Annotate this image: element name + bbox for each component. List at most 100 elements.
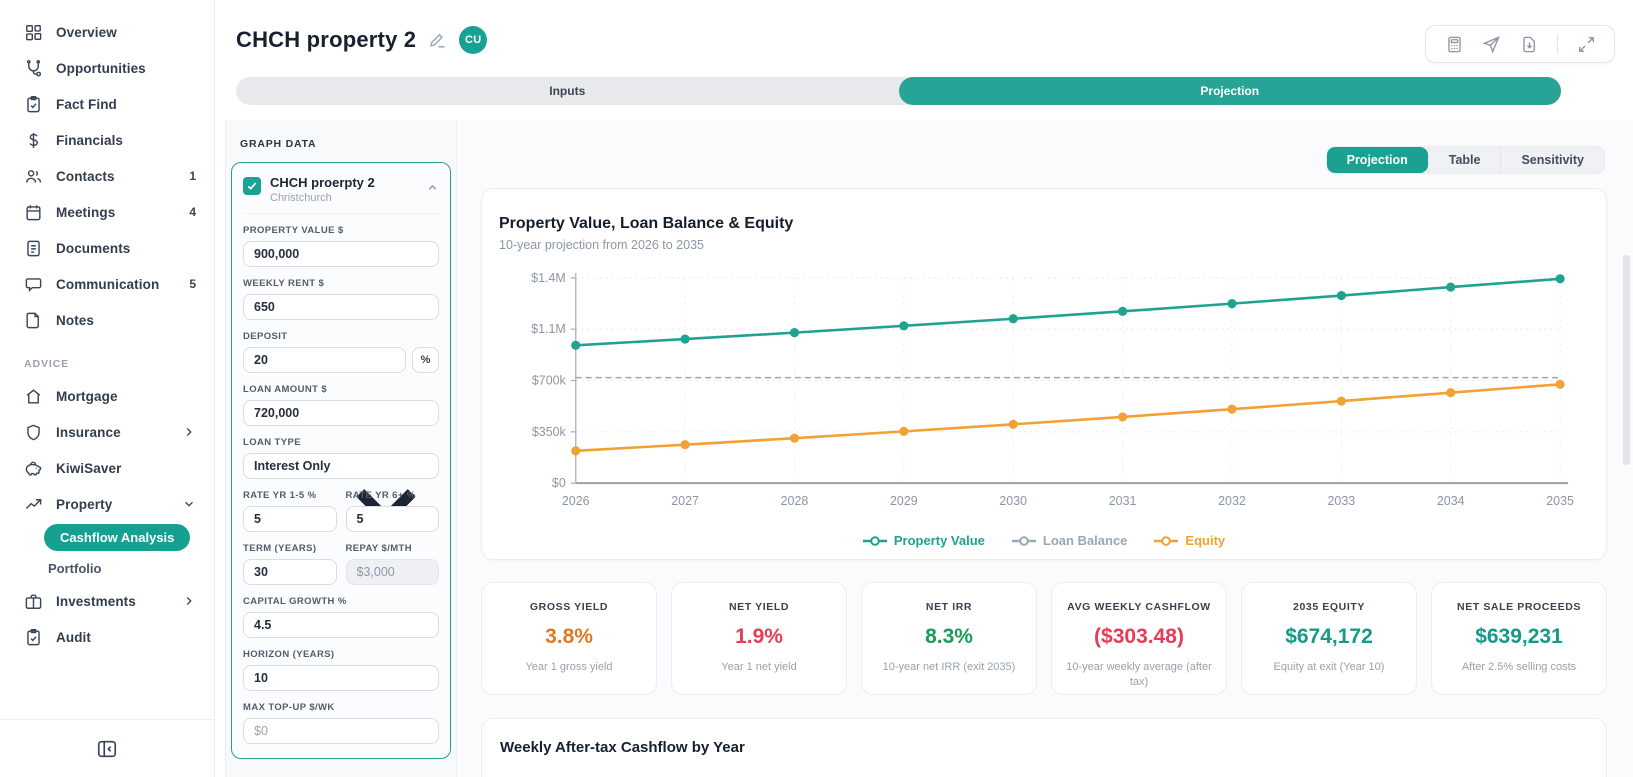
overview-grid-icon	[24, 23, 43, 42]
sidebar-item-fact-find[interactable]: Fact Find	[0, 86, 214, 122]
chart-tab-sensitivity[interactable]: Sensitivity	[1500, 147, 1604, 173]
chevron-down-icon	[342, 460, 430, 526]
weekly-rent-field: WEEKLY RENT $	[243, 278, 439, 320]
horizon-years-input[interactable]	[243, 665, 439, 691]
field-label: RATE YR 1-5 %	[243, 490, 317, 501]
stat-label: NET IRR	[925, 601, 973, 613]
sidebar-item-contacts[interactable]: Contacts 1	[0, 158, 214, 194]
svg-text:2033: 2033	[1328, 494, 1356, 508]
field-label: RATE YR 6+ %	[345, 490, 416, 501]
sidebar-item-communication[interactable]: Communication 5	[0, 266, 214, 302]
property-meta: CHCH proerpty 2 Christchurch	[261, 175, 426, 204]
avatar[interactable]: CU	[459, 26, 488, 54]
sidebar-item-label: Mortgage	[56, 388, 118, 404]
graph-data-heading: GRAPH DATA	[240, 138, 317, 150]
property-name: CHCH proerpty 2	[270, 175, 375, 190]
svg-text:2032: 2032	[1218, 494, 1246, 508]
chevron-up-icon[interactable]	[426, 181, 439, 194]
capital-growth-field: CAPITAL GROWTH %	[243, 596, 439, 638]
page-scrollbar[interactable]	[1623, 255, 1630, 465]
expand-icon[interactable]	[1577, 35, 1596, 54]
sidebar-item-financials[interactable]: Financials	[0, 122, 214, 158]
chart-tab-projection[interactable]: Projection	[1326, 147, 1428, 173]
chart-tab-label: Sensitivity	[1521, 153, 1584, 167]
clipboard-check-icon	[24, 95, 43, 114]
legend-item[interactable]: Equity	[1153, 533, 1225, 548]
loan-amount-input[interactable]	[243, 400, 439, 426]
toolbar-divider	[1557, 34, 1558, 54]
chart-tab-label: Projection	[1346, 153, 1408, 167]
stat-value: $674,172	[1285, 625, 1373, 648]
calculator-icon[interactable]	[1445, 35, 1464, 54]
sidebar-item-insurance[interactable]: Insurance	[0, 414, 214, 450]
page-title: CHCH property 2	[236, 27, 417, 52]
sidebar-item-label: Audit	[56, 629, 91, 645]
field-label: WEEKLY RENT $	[243, 278, 325, 289]
field-label: TERM (YEARS)	[243, 543, 317, 554]
projection-chart-card: Property Value, Loan Balance & Equity 10…	[481, 188, 1607, 560]
svg-text:2029: 2029	[890, 494, 918, 508]
rate-yr-1-5-input[interactable]	[243, 506, 337, 532]
field-label: LOAN AMOUNT $	[243, 384, 328, 395]
sidebar-item-kiwisaver[interactable]: KiwiSaver	[0, 450, 214, 486]
term-years-field: TERM (YEARS)	[243, 543, 337, 585]
sidebar-item-label: Meetings	[56, 204, 116, 220]
collapse-sidebar-icon[interactable]	[96, 738, 118, 760]
stat-sub: Year 1 gross yield	[525, 661, 613, 673]
svg-text:$700k: $700k	[532, 374, 567, 388]
send-icon[interactable]	[1482, 35, 1501, 54]
stat-value: 8.3%	[925, 625, 973, 648]
sidebar-item-overview[interactable]: Overview	[0, 14, 214, 50]
svg-text:$1.1M: $1.1M	[531, 322, 566, 336]
sidebar-item-documents[interactable]: Documents	[0, 230, 214, 266]
sidebar-item-portfolio[interactable]: Portfolio	[0, 553, 214, 583]
legend-item[interactable]: Property Value	[862, 533, 985, 548]
chevron-down-icon	[182, 497, 196, 511]
trending-up-icon	[24, 495, 43, 514]
sidebar-item-audit[interactable]: Audit	[0, 619, 214, 655]
capital-growth-input[interactable]	[243, 612, 439, 638]
sidebar-item-label: Notes	[56, 312, 95, 328]
tab-inputs[interactable]: Inputs	[236, 77, 899, 105]
tab-inputs-label: Inputs	[549, 84, 586, 98]
rate-yr-6-input[interactable]	[345, 506, 439, 532]
sidebar-item-notes[interactable]: Notes	[0, 302, 214, 338]
field-label: PROPERTY VALUE $	[243, 225, 344, 236]
weekly-cashflow-title: Weekly After-tax Cashflow by Year	[500, 739, 745, 756]
sidebar-item-mortgage[interactable]: Mortgage	[0, 378, 214, 414]
property-value-input[interactable]	[243, 241, 439, 267]
max-top-up-input[interactable]	[243, 718, 439, 744]
weekly-rent-input[interactable]	[243, 294, 439, 320]
tab-projection[interactable]: Projection	[898, 77, 1561, 105]
legend-label: Loan Balance	[1042, 533, 1128, 548]
sidebar-item-label: Communication	[56, 276, 160, 292]
legend-marker-icon	[1154, 535, 1179, 546]
chart-legend: Property Value Loan Balance Equity	[499, 533, 1588, 548]
loan-type-select[interactable]: Interest Only	[243, 453, 439, 526]
sidebar-item-property[interactable]: Property	[0, 486, 214, 522]
sidebar-item-investments[interactable]: Investments	[0, 583, 214, 619]
sidebar-item-label: Opportunities	[56, 60, 146, 76]
chevron-right-icon	[182, 594, 196, 608]
stat-sub: Year 1 net yield	[721, 661, 797, 673]
property-checkbox[interactable]	[243, 177, 261, 195]
stat-label: NET SALE PROCEEDS	[1457, 601, 1581, 613]
sidebar-item-opportunities[interactable]: Opportunities	[0, 50, 214, 86]
edit-icon[interactable]	[428, 31, 447, 50]
projection-line-chart[interactable]: $0 $350k $700k $1.1M $1.4M 2026 2027 2028 2029 20…	[499, 260, 1589, 531]
home-icon	[24, 387, 43, 406]
chart-plot-area[interactable]: $0 $350k $700k $1.1M $1.4M 2026 2027 2028 2029 20…	[499, 260, 1588, 531]
field-label: HORIZON (YEARS)	[243, 649, 335, 660]
sidebar-item-label: Documents	[56, 240, 131, 256]
legend-item[interactable]: Loan Balance	[1011, 533, 1128, 548]
stat-label: 2035 EQUITY	[1293, 601, 1365, 613]
file-download-icon[interactable]	[1520, 35, 1539, 54]
term-years-input[interactable]	[243, 559, 337, 585]
deposit-input[interactable]	[243, 347, 406, 373]
dollar-icon	[24, 131, 43, 150]
sidebar-item-cashflow-analysis[interactable]: Cashflow Analysis	[44, 524, 191, 551]
stat-label: AVG WEEKLY CASHFLOW	[1067, 601, 1211, 613]
page-header: CHCH property 2 CU	[236, 26, 488, 54]
chart-tab-table[interactable]: Table	[1427, 147, 1501, 173]
sidebar-item-meetings[interactable]: Meetings 4	[0, 194, 214, 230]
